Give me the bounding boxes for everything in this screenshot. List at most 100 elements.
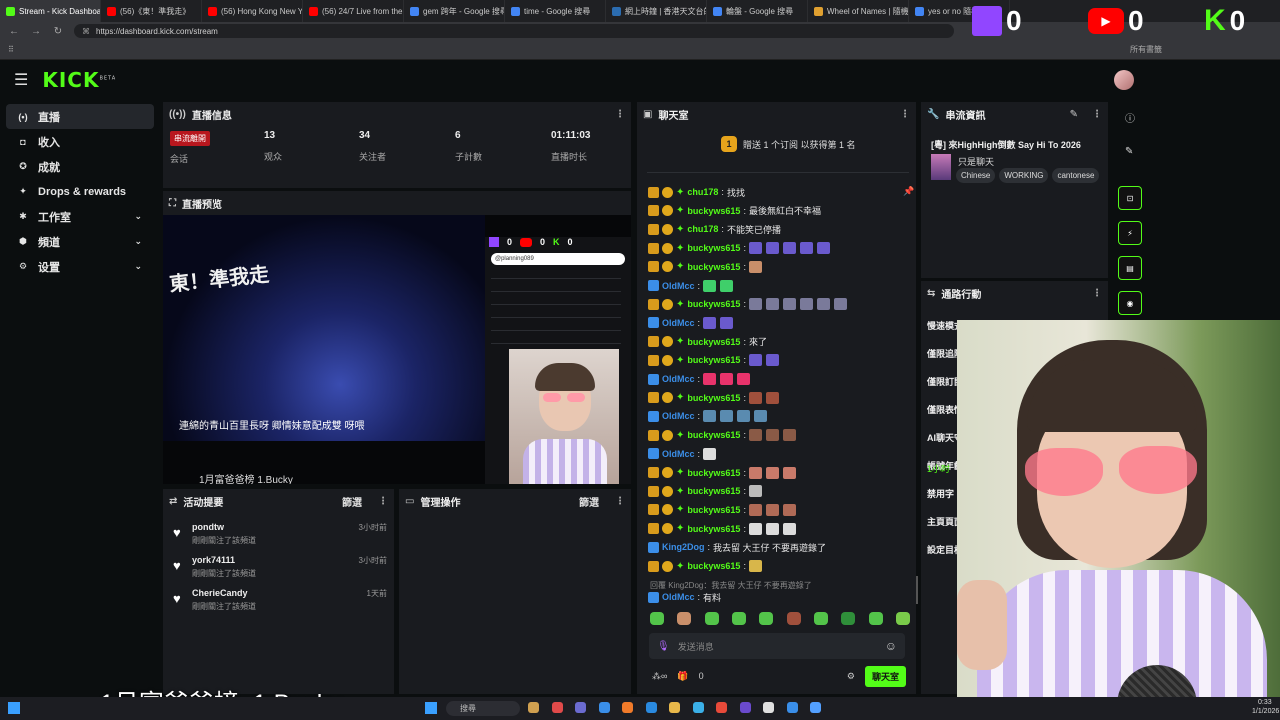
info-icon[interactable]: ⓘ <box>1125 110 1135 125</box>
taskbar-app-icon[interactable] <box>716 702 727 713</box>
chat-username[interactable]: buckyws615 <box>687 337 740 347</box>
browser-tab[interactable]: time - Google 搜尋 <box>505 0 606 22</box>
emote-icon[interactable] <box>748 354 762 367</box>
emote-icon[interactable] <box>816 242 830 255</box>
chat-username[interactable]: buckyws615 <box>687 299 740 309</box>
taskbar-app-icon[interactable] <box>810 702 821 713</box>
chevron-down-icon[interactable]: ⌄ <box>134 236 142 247</box>
more-icon[interactable]: ⋮ <box>1092 288 1102 299</box>
emote-icon[interactable] <box>782 522 796 535</box>
taskbar-app-icon[interactable] <box>598 702 610 713</box>
emote-shortcut-icon[interactable] <box>677 612 692 625</box>
chat-username[interactable]: OldMcc <box>662 318 695 328</box>
chat-username[interactable]: buckyws615 <box>687 505 740 515</box>
sidebar-item[interactable]: ⬢ 頻道 ⌄ <box>6 229 154 254</box>
emote-icon[interactable] <box>703 447 717 460</box>
emote-icon[interactable] <box>765 429 779 442</box>
filter-button[interactable]: 篩選 <box>579 494 599 509</box>
browser-tab[interactable]: gem 跨年 - Google 搜尋 <box>404 0 505 22</box>
emote-icon[interactable] <box>748 522 762 535</box>
emote-icon[interactable] <box>703 410 717 423</box>
emote-icon[interactable] <box>799 298 813 311</box>
emote-icon[interactable] <box>782 466 796 479</box>
browser-tab[interactable]: 網上時鐘 | 香港天文台的 <box>606 0 707 22</box>
chevron-down-icon[interactable]: ⌄ <box>134 261 142 272</box>
stream-tag[interactable]: Chinese <box>956 168 996 183</box>
sidebar-item[interactable]: ⚙ 设置 ⌄ <box>6 254 154 279</box>
emote-shortcut-icon[interactable] <box>786 612 801 625</box>
url-field[interactable]: ⌘ https://dashboard.kick.com/stream <box>74 24 954 38</box>
more-icon[interactable]: ⋮ <box>615 496 625 507</box>
menu-icon[interactable]: ☰ <box>14 70 28 90</box>
chevron-down-icon[interactable]: ⌄ <box>134 211 142 222</box>
site-info-icon[interactable]: ⌘ <box>82 27 90 36</box>
emote-icon[interactable] <box>765 522 779 535</box>
emote-icon[interactable] <box>720 316 734 329</box>
chat-username[interactable]: buckyws615 <box>687 430 740 440</box>
chat-scrollbar[interactable] <box>916 576 918 604</box>
emote-icon[interactable] <box>720 410 734 423</box>
activity-user[interactable]: pondtw <box>192 522 224 532</box>
emote-icon[interactable] <box>748 560 762 572</box>
taskbar-start-icon-2[interactable] <box>425 702 437 714</box>
activity-user[interactable]: york74111 <box>192 555 235 565</box>
more-icon[interactable]: ⋮ <box>900 109 910 120</box>
chat-username[interactable]: OldMcc <box>662 411 695 421</box>
chat-username[interactable]: buckyws615 <box>687 524 740 534</box>
quick-action-button[interactable]: ▤ <box>1118 256 1142 280</box>
emote-icon[interactable] <box>748 485 762 498</box>
taskbar-app-icon[interactable] <box>645 702 657 713</box>
chat-settings-icon[interactable]: ⚙ <box>847 671 855 682</box>
emote-icon[interactable] <box>720 373 734 385</box>
taskbar-app-icon[interactable] <box>575 702 586 713</box>
filter-button[interactable]: 篩選 <box>342 494 362 509</box>
emote-icon[interactable] <box>748 391 762 404</box>
emote-icon[interactable] <box>748 466 762 479</box>
emote-icon[interactable] <box>748 242 762 255</box>
taskbar-search[interactable]: 搜尋 <box>446 701 520 716</box>
emote-icon[interactable] <box>765 354 779 367</box>
emote-icon[interactable] <box>748 298 762 311</box>
pin-icon[interactable]: 📌 <box>903 186 914 197</box>
emote-shortcut-icon[interactable] <box>813 612 828 625</box>
avatar[interactable] <box>1114 70 1134 90</box>
pencil-icon[interactable]: ✎ <box>1125 146 1133 157</box>
quick-action-button[interactable]: ⚡ <box>1118 221 1142 245</box>
browser-tab[interactable]: (56) Hong Kong New Y <box>202 0 303 22</box>
browser-tab[interactable]: (56) 24/7 Live from the <box>303 0 404 22</box>
taskbar-app-icon[interactable] <box>528 702 539 713</box>
chat-input[interactable]: 🎙 发送消息 ☺ <box>649 633 905 659</box>
chat-username[interactable]: buckyws615 <box>687 206 740 216</box>
emote-icon[interactable] <box>833 298 847 311</box>
chat-username[interactable]: OldMcc <box>662 449 695 459</box>
shortcut-item[interactable]: 禁用字 <box>927 487 954 500</box>
back-icon[interactable]: ← <box>8 26 20 37</box>
taskbar-app-icon[interactable] <box>786 702 798 713</box>
chat-username[interactable]: buckyws615 <box>687 393 740 403</box>
chat-username[interactable]: chu178 <box>687 224 718 234</box>
reload-icon[interactable]: ↻ <box>52 26 64 37</box>
quick-action-button[interactable]: ◉ <box>1118 291 1142 315</box>
chat-username[interactable]: King2Dog <box>662 542 705 552</box>
emote-icon[interactable] <box>816 298 830 311</box>
video-preview[interactable]: 東！準我走 連綿的青山百里長呀 卿情妹意配成雙 呀喂 1月富爸爸榜 1.Buck… <box>163 215 631 484</box>
stream-tag[interactable]: WORKING <box>999 168 1049 183</box>
sidebar-item[interactable]: (•) 直播 <box>6 104 154 129</box>
browser-tab[interactable]: (56)《東！準我走》 <box>101 0 202 22</box>
points-icon[interactable]: ⁂∞ <box>652 671 667 682</box>
emote-icon[interactable] <box>748 429 762 442</box>
emote-icon[interactable] <box>703 279 717 292</box>
date[interactable]: 1/1/2026 <box>1252 708 1279 715</box>
chat-username[interactable]: buckyws615 <box>687 561 740 571</box>
emote-icon[interactable] <box>748 260 762 273</box>
emote-icon[interactable] <box>782 429 796 442</box>
emote-icon[interactable] <box>765 391 779 404</box>
sidebar-item[interactable]: ✱ 工作室 ⌄ <box>6 204 154 229</box>
emote-icon[interactable] <box>765 242 779 255</box>
chat-send-button[interactable]: 聊天室 <box>864 665 906 687</box>
more-icon[interactable]: ⋮ <box>1092 109 1102 120</box>
quick-action-button[interactable]: ⊡ <box>1118 186 1142 210</box>
more-icon[interactable]: ⋮ <box>378 496 388 507</box>
emote-icon[interactable] <box>765 466 779 479</box>
sidebar-item[interactable]: ◘ 收入 <box>6 129 154 154</box>
